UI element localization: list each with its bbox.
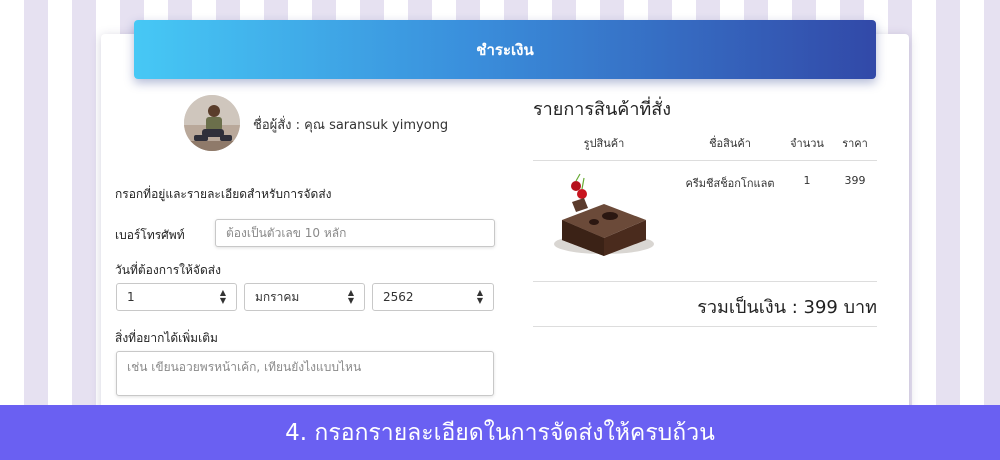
month-value: มกราคม <box>255 289 300 304</box>
table-divider <box>533 326 877 327</box>
user-photo-icon <box>184 95 240 151</box>
avatar <box>184 95 240 151</box>
day-select[interactable]: 1 ▲ ▼ <box>116 283 237 311</box>
select-caret-icon: ▲ ▼ <box>219 288 226 305</box>
chocolate-cake-image <box>554 173 654 256</box>
column-header-name: ชื่อสินค้า <box>709 137 751 150</box>
order-list-title: รายการสินค้าที่สั่ง <box>533 99 672 120</box>
product-name: ครีมชีสช็อกโกแลต <box>685 177 775 190</box>
column-header-price: ราคา <box>842 137 868 150</box>
table-divider <box>533 160 877 161</box>
select-caret-icon: ▲ ▼ <box>347 288 354 305</box>
customer-name: ชื่อผู้สั่ง : คุณ saransuk yimyong <box>253 118 449 133</box>
select-caret-icon: ▲ ▼ <box>476 288 483 305</box>
product-qty: 1 <box>803 174 811 187</box>
year-select[interactable]: 2562 ▲ ▼ <box>372 283 494 311</box>
year-value: 2562 <box>383 290 414 304</box>
column-header-image: รูปสินค้า <box>583 137 625 150</box>
step-instruction-banner: 4. กรอกรายละเอียดในการจัดส่งให้ครบถ้วน <box>0 405 1000 460</box>
notes-label: สิ่งที่อยากได้เพิ่มเติม <box>115 331 218 345</box>
notes-textarea[interactable] <box>116 351 494 396</box>
header-title: ชำระเงิน <box>476 40 534 59</box>
banner-text: 4. กรอกรายละเอียดในการจัดส่งให้ครบถ้วน <box>285 419 715 446</box>
column-header-qty: จำนวน <box>790 137 824 150</box>
product-price: 399 <box>844 174 866 187</box>
month-select[interactable]: มกราคม ▲ ▼ <box>244 283 365 311</box>
checkout-header: ชำระเงิน <box>134 20 876 79</box>
phone-label: เบอร์โทรศัพท์ <box>115 228 185 242</box>
table-divider <box>533 281 877 282</box>
address-section-title: กรอกที่อยู่และรายละเอียดสำหรับการจัดส่ง <box>115 187 332 201</box>
phone-input[interactable] <box>215 219 495 247</box>
order-total: รวมเป็นเงิน : 399 บาท <box>697 297 877 318</box>
day-value: 1 <box>127 290 135 304</box>
delivery-date-label: วันที่ต้องการให้จัดส่ง <box>115 263 221 277</box>
